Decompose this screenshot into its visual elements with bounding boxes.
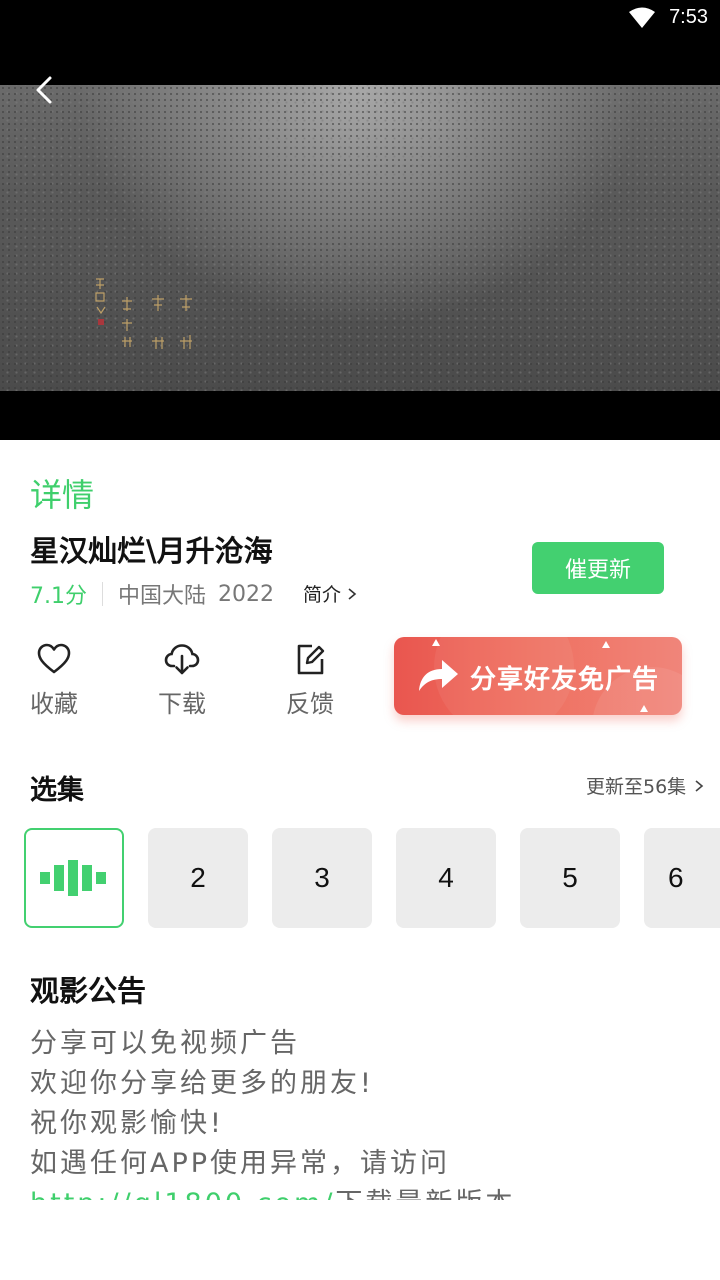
meta-divider xyxy=(102,582,103,606)
intro-link[interactable]: 简介 xyxy=(303,580,357,607)
back-arrow-icon[interactable] xyxy=(28,72,60,108)
heart-icon xyxy=(37,643,71,674)
intro-label: 简介 xyxy=(303,584,342,606)
notice-heading: 观影公告 xyxy=(30,974,147,1008)
video-player[interactable] xyxy=(0,38,720,440)
notice-line: 欢迎你分享给更多的朋友! xyxy=(30,1068,374,1099)
episode-item[interactable]: 4 xyxy=(396,828,496,928)
banner-decoration xyxy=(602,641,610,648)
download-label: 下载 xyxy=(158,690,206,718)
notice-link-line: http://ql1800.com/下载最新版本 xyxy=(30,1184,690,1200)
status-time: 7:53 xyxy=(669,6,708,28)
episode-item[interactable]: 5 xyxy=(520,828,620,928)
episodes-more-link[interactable]: 更新至56集 xyxy=(586,772,704,799)
region: 中国大陆 xyxy=(118,584,207,609)
status-bar: 7:53 xyxy=(0,0,720,38)
episode-item[interactable]: 2 xyxy=(148,828,248,928)
urge-update-button[interactable]: 催更新 xyxy=(532,542,664,594)
episode-item-current[interactable] xyxy=(24,828,124,928)
playing-bars-icon xyxy=(40,860,106,896)
notice-link[interactable]: http://ql1800.com/ xyxy=(30,1188,335,1200)
video-frame[interactable] xyxy=(0,85,720,391)
banner-decoration xyxy=(432,639,440,646)
video-credits-overlay xyxy=(95,278,192,349)
notice-line: 如遇任何APP使用异常，请访问 xyxy=(30,1148,451,1179)
score: 7.1分 xyxy=(30,584,87,609)
notice-link-suffix: 下载最新版本 xyxy=(335,1188,515,1200)
chevron-right-icon xyxy=(348,587,357,600)
episode-item[interactable]: 6 xyxy=(644,828,720,928)
chevron-right-icon xyxy=(695,779,704,792)
edit-icon xyxy=(297,644,325,675)
favorite-label: 收藏 xyxy=(30,690,78,718)
share-banner-text: 分享好友免广告 xyxy=(470,665,660,695)
favorite-button[interactable]: 收藏 xyxy=(9,642,99,722)
episodes-heading: 选集 xyxy=(30,775,84,806)
details-heading: 详情 xyxy=(30,476,95,514)
banner-decoration xyxy=(640,705,648,712)
notice-line: 祝你观影愉快! xyxy=(30,1108,224,1139)
episode-item[interactable]: 3 xyxy=(272,828,372,928)
notice-line: 分享可以免视频广告 xyxy=(30,1028,300,1059)
share-arrow-icon xyxy=(419,660,458,691)
episode-list: 2 3 4 5 6 xyxy=(24,828,720,928)
show-meta: 7.1分 中国大陆 2022 xyxy=(30,578,274,610)
show-title: 星汉灿烂\月升沧海 xyxy=(30,534,273,568)
year: 2022 xyxy=(218,581,275,607)
download-button[interactable]: 下载 xyxy=(137,642,227,722)
wifi-icon xyxy=(629,7,655,28)
cloud-download-icon xyxy=(164,644,200,675)
share-banner-button[interactable]: 分享好友免广告 xyxy=(394,637,682,715)
episodes-more-label: 更新至56集 xyxy=(586,776,687,798)
feedback-button[interactable]: 反馈 xyxy=(265,642,355,722)
notice-body: 分享可以免视频广告 欢迎你分享给更多的朋友! 祝你观影愉快! 如遇任何APP使用… xyxy=(30,1024,690,1200)
feedback-label: 反馈 xyxy=(286,690,334,718)
